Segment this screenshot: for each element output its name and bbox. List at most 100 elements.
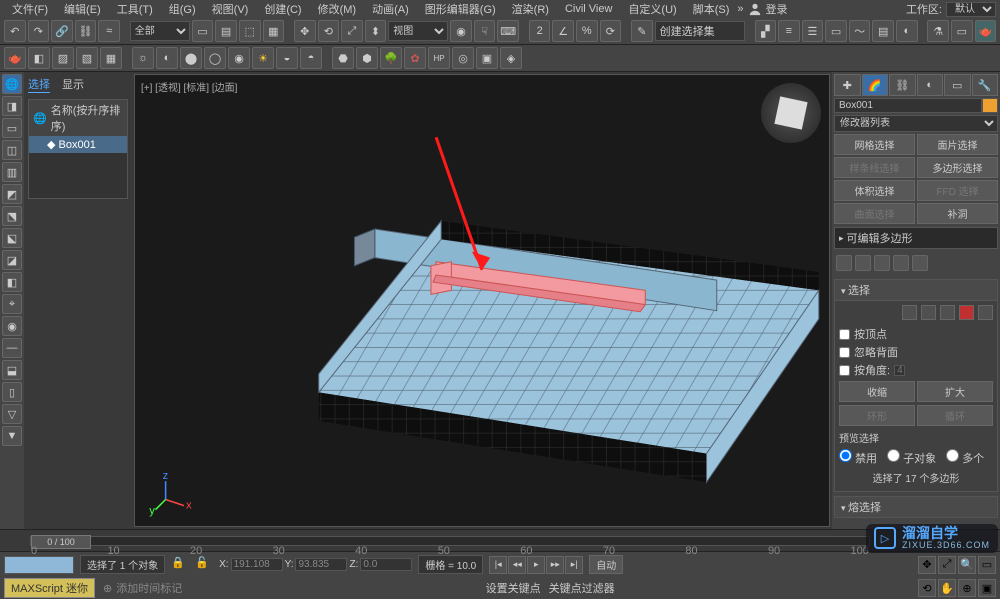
left-ico-3[interactable]: ▭ <box>2 118 22 138</box>
left-ico-6[interactable]: ◩ <box>2 184 22 204</box>
btn-vol-select[interactable]: 体积选择 <box>834 180 915 201</box>
layer-button[interactable]: ☰ <box>802 20 824 42</box>
timeline[interactable]: 0 / 100 0102030405060708090100 <box>0 529 1000 551</box>
next-frame-button[interactable]: ▸▸ <box>546 556 564 574</box>
menu-animation[interactable]: 动画(A) <box>364 1 417 17</box>
tb2-btn-17[interactable]: ✿ <box>404 47 426 69</box>
show-end-result-icon[interactable] <box>855 255 871 271</box>
rollout-selection-head[interactable]: 选择 <box>834 279 998 301</box>
nav-6[interactable]: ✋ <box>938 579 956 597</box>
scale-button[interactable]: ⤢ <box>341 20 363 42</box>
left-ico-2[interactable]: ◨ <box>2 96 22 116</box>
tb2-btn-9[interactable]: ◯ <box>204 47 226 69</box>
tb2-btn-13[interactable]: ◓ <box>300 47 322 69</box>
y-coord-input[interactable] <box>295 558 347 571</box>
menu-file[interactable]: 文件(F) <box>4 1 56 17</box>
left-ico-4[interactable]: ◫ <box>2 140 22 160</box>
menu-tools[interactable]: 工具(T) <box>109 1 161 17</box>
select-object-button[interactable]: ▭ <box>192 20 214 42</box>
nav-3[interactable]: 🔍 <box>958 556 976 574</box>
tab-hierarchy[interactable]: ⛓ <box>889 74 916 96</box>
nav-1[interactable]: ✥ <box>918 556 936 574</box>
tb2-btn-2[interactable]: ◧ <box>28 47 50 69</box>
tab-select[interactable]: 选择 <box>28 76 50 93</box>
modifier-list-dropdown[interactable]: 修改器列表 <box>834 115 998 132</box>
mirror-button[interactable]: ▞ <box>755 20 777 42</box>
named-selection-dropdown[interactable]: 创建选择集 <box>655 21 745 41</box>
nav-8[interactable]: ▣ <box>978 579 996 597</box>
btn-shrink[interactable]: 收缩 <box>839 381 915 402</box>
check-by-angle[interactable]: 按角度: <box>839 362 993 378</box>
rollout-weld-head[interactable]: 熔选择 <box>834 496 998 518</box>
tb2-btn-15[interactable]: ⬢ <box>356 47 378 69</box>
goto-start-button[interactable]: |◂ <box>489 556 507 574</box>
btn-patch-select[interactable]: 面片选择 <box>917 134 998 155</box>
keyboard-shortcut-icon[interactable]: ⌨ <box>497 20 519 42</box>
menu-group[interactable]: 组(G) <box>161 1 204 17</box>
left-ico-12[interactable]: ◉ <box>2 316 22 336</box>
nav-2[interactable]: ⤢ <box>938 556 956 574</box>
render-setup-button[interactable]: ⚗ <box>927 20 949 42</box>
btn-fill-hole[interactable]: 补洞 <box>917 203 998 224</box>
scene-tree[interactable]: 🌐 名称(按升序排序) ◆ Box001 <box>28 99 128 199</box>
left-ico-7[interactable]: ⬔ <box>2 206 22 226</box>
auto-key-button[interactable]: 自动 <box>589 555 623 574</box>
tab-utilities[interactable]: 🔧 <box>972 74 999 96</box>
left-ico-15[interactable]: ▯ <box>2 382 22 402</box>
left-ico-14[interactable]: ⬓ <box>2 360 22 380</box>
key-filter-button[interactable]: 关键点过滤器 <box>549 580 615 596</box>
placement-button[interactable]: ⬍ <box>365 20 387 42</box>
tb2-btn-20[interactable]: ▣ <box>476 47 498 69</box>
btn-grow[interactable]: 扩大 <box>917 381 993 402</box>
select-region-rect-icon[interactable]: ⬚ <box>239 20 261 42</box>
set-key-button[interactable]: 设置关键点 <box>486 580 541 596</box>
tb2-btn-19[interactable]: ◎ <box>452 47 474 69</box>
menu-edit[interactable]: 编辑(E) <box>56 1 109 17</box>
x-coord-input[interactable] <box>231 558 283 571</box>
tab-display[interactable]: 显示 <box>62 76 84 93</box>
tab-display-panel[interactable]: ▭ <box>944 74 971 96</box>
selection-lock-icon[interactable]: 🔓 <box>195 556 213 574</box>
remove-modifier-icon[interactable] <box>893 255 909 271</box>
maxscript-listener[interactable]: MAXScript 迷你 <box>4 578 95 598</box>
tab-motion[interactable]: ◐ <box>917 74 944 96</box>
selection-filter-dropdown[interactable]: 全部 <box>130 21 190 41</box>
radio-disable[interactable]: 禁用 <box>839 449 877 466</box>
nav-5[interactable]: ⟲ <box>918 579 936 597</box>
z-coord-input[interactable] <box>360 558 412 571</box>
left-ico-9[interactable]: ◪ <box>2 250 22 270</box>
workspace-dropdown[interactable]: 默认 <box>946 2 996 17</box>
tb2-btn-21[interactable]: ◈ <box>500 47 522 69</box>
window-crossing-icon[interactable]: ▦ <box>263 20 285 42</box>
named-sel-edit-icon[interactable]: ✎ <box>631 20 653 42</box>
tree-item-box001[interactable]: ◆ Box001 <box>29 136 127 153</box>
tb2-btn-8[interactable]: ⬤ <box>180 47 202 69</box>
left-ico-5[interactable]: ▥ <box>2 162 22 182</box>
btn-mesh-select[interactable]: 网格选择 <box>834 134 915 155</box>
tb2-btn-4[interactable]: ▧ <box>76 47 98 69</box>
move-button[interactable]: ✥ <box>294 20 316 42</box>
radio-subobj[interactable]: 子对象 <box>887 449 936 466</box>
border-level-icon[interactable] <box>940 305 955 320</box>
tb2-hp-icon[interactable]: HP <box>428 47 450 69</box>
rotate-button[interactable]: ⟲ <box>318 20 340 42</box>
vertex-level-icon[interactable] <box>902 305 917 320</box>
tb2-btn-12[interactable]: ◒ <box>276 47 298 69</box>
toggle-ribbon-button[interactable]: ▭ <box>825 20 847 42</box>
menu-view[interactable]: 视图(V) <box>204 1 257 17</box>
menu-graph[interactable]: 图形编辑器(G) <box>417 1 504 17</box>
btn-poly-select[interactable]: 多边形选择 <box>917 157 998 178</box>
snap-angle-button[interactable]: ∠ <box>552 20 574 42</box>
add-time-marker[interactable]: 添加时间标记 <box>103 580 182 596</box>
link-button[interactable]: 🔗 <box>51 20 73 42</box>
check-by-vertex[interactable]: 按顶点 <box>839 326 993 342</box>
tb2-teapot-icon[interactable]: 🫖 <box>4 47 26 69</box>
left-ico-10[interactable]: ◧ <box>2 272 22 292</box>
element-level-icon[interactable] <box>978 305 993 320</box>
unlink-button[interactable]: ⛓ <box>75 20 97 42</box>
nav-7[interactable]: ⊕ <box>958 579 976 597</box>
check-ignore-back[interactable]: 忽略背面 <box>839 344 993 360</box>
tab-modify[interactable]: 🌈 <box>862 74 889 96</box>
tree-header[interactable]: 🌐 名称(按升序排序) <box>29 100 127 136</box>
viewport-label[interactable]: [+] [透视] [标准] [边面] <box>141 79 237 94</box>
